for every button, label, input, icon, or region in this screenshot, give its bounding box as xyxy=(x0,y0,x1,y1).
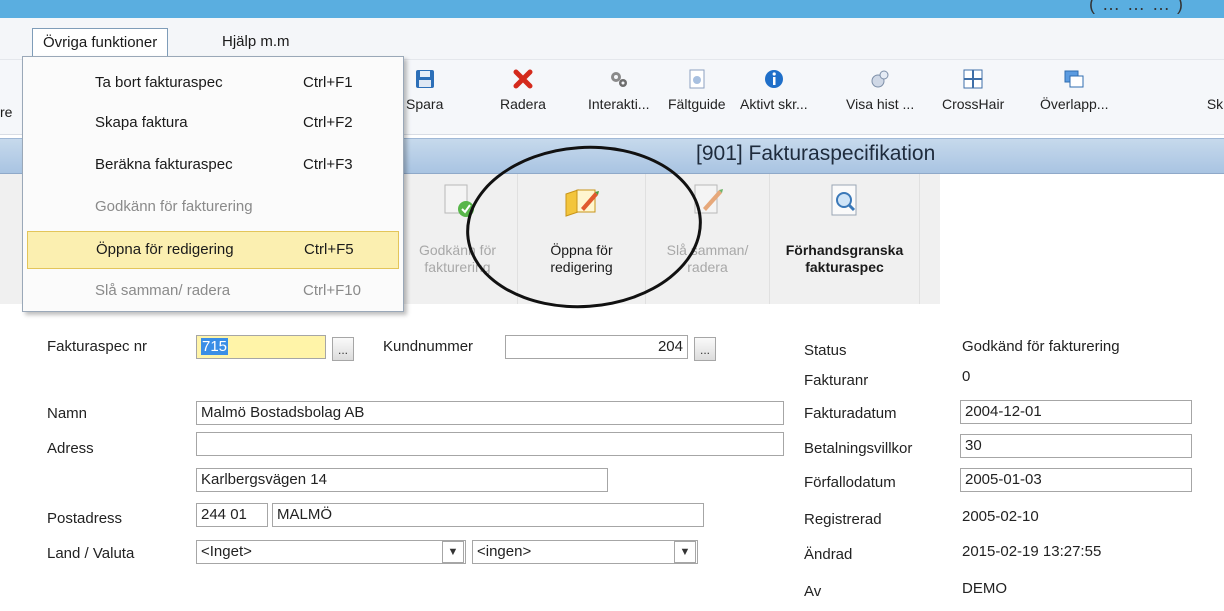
kundnummer-label: Kundnummer xyxy=(383,338,474,355)
menu-item-label: Ta bort fakturaspec xyxy=(95,74,223,91)
gears-icon xyxy=(610,72,627,87)
fakturaspec-nr-label: Fakturaspec nr xyxy=(47,338,148,355)
toolbar-active-screen-button[interactable]: Aktivt skr... xyxy=(740,68,808,112)
postnummer-input[interactable]: 244 01 xyxy=(196,503,268,527)
menu-item-shortcut: Ctrl+F3 xyxy=(303,156,353,173)
toolbar-overlap-button[interactable]: Överlapp... xyxy=(1040,68,1108,112)
land-select[interactable]: <Inget> xyxy=(196,540,466,564)
status-value: Godkänd för fakturering xyxy=(962,338,1120,355)
land-valuta-label: Land / Valuta xyxy=(47,545,135,562)
betalningsvillkor-input[interactable]: 30 xyxy=(960,434,1192,458)
toolbar-label: CrossHair xyxy=(942,96,1005,112)
toolbar-label: Aktivt skr... xyxy=(740,96,808,112)
toolbar-delete-button[interactable]: Radera xyxy=(500,68,546,112)
menu-item-label: Öppna för redigering xyxy=(96,241,234,258)
toolbar-history-button[interactable]: Visa hist ... xyxy=(846,68,914,112)
status-label: Status xyxy=(804,342,847,359)
namn-input[interactable]: Malmö Bostadsbolag AB xyxy=(196,401,784,425)
toolbar-more-button[interactable]: Sk xyxy=(1204,68,1224,112)
forfallodatum-input[interactable]: 2005-01-03 xyxy=(960,468,1192,492)
history-icon xyxy=(871,70,889,88)
menu-item-create-invoice[interactable]: Skapa faktura Ctrl+F2 xyxy=(27,105,399,143)
menu-item-delete-spec[interactable]: Ta bort fakturaspec Ctrl+F1 xyxy=(27,65,399,103)
fakturadatum-input[interactable]: 2004-12-01 xyxy=(960,400,1192,424)
ovriga-funktioner-dropdown: Ta bort fakturaspec Ctrl+F1 Skapa faktur… xyxy=(22,56,404,312)
menubar: Övriga funktioner Hjälp m.m xyxy=(0,18,1224,60)
registrerad-label: Registrerad xyxy=(804,511,882,528)
menu-item-approve-invoicing[interactable]: Godkänn för fakturering xyxy=(27,189,399,227)
chevron-down-icon[interactable]: ▼ xyxy=(442,541,464,563)
toolbar-label: Visa hist ... xyxy=(846,96,915,112)
action-label-line1: Förhandsgranska xyxy=(785,242,904,258)
av-value: DEMO xyxy=(962,580,1007,597)
toolbar-label: Fältguide xyxy=(668,96,726,112)
menu-ovriga-funktioner[interactable]: Övriga funktioner xyxy=(32,28,169,58)
fakturaspec-nr-input[interactable]: 715 xyxy=(196,335,326,359)
fakturadatum-label: Fakturadatum xyxy=(804,405,897,422)
preview-invoice-spec-button[interactable]: Förhandsgranska fakturaspec xyxy=(770,174,920,304)
adress-line2-input[interactable]: Karlbergsvägen 14 xyxy=(196,468,608,492)
overlap-windows-icon xyxy=(1064,70,1084,88)
menu-item-shortcut: Ctrl+F1 xyxy=(303,74,353,91)
fakturaspec-lookup-button[interactable]: ... xyxy=(332,337,354,361)
postadress-label: Postadress xyxy=(47,510,123,527)
toolbar-save-button[interactable]: Spara xyxy=(406,68,443,112)
av-label: Av xyxy=(804,583,822,600)
toolbar-label: Spara xyxy=(406,96,444,112)
toolbar-fieldguide-button[interactable]: Fältguide xyxy=(668,68,726,112)
adress-label: Adress xyxy=(47,440,94,457)
andrad-label: Ändrad xyxy=(804,546,853,563)
namn-label: Namn xyxy=(47,405,88,422)
betalningsvillkor-label: Betalningsvillkor xyxy=(804,440,913,457)
toolbar-left-fragment: re xyxy=(0,104,13,120)
menu-hjalp[interactable]: Hjälp m.m xyxy=(212,28,300,58)
info-icon xyxy=(764,70,783,88)
generic-icon xyxy=(1204,68,1224,90)
menu-item-shortcut: Ctrl+F5 xyxy=(304,241,354,258)
action-label-line2: fakturaspec xyxy=(805,259,884,275)
title-fragment: ( … … … ) xyxy=(1089,0,1184,14)
menu-item-merge-delete[interactable]: Slå samman/ radera Ctrl+F10 xyxy=(27,273,399,311)
menu-item-label: Skapa faktura xyxy=(95,114,188,131)
menu-item-shortcut: Ctrl+F10 xyxy=(303,282,361,299)
menu-item-calculate-spec[interactable]: Beräkna fakturaspec Ctrl+F3 xyxy=(27,147,399,185)
document-guide-icon xyxy=(689,69,705,89)
toolbar-label: Sk xyxy=(1206,96,1224,112)
registrerad-value: 2005-02-10 xyxy=(962,508,1039,525)
toolbar-crosshair-button[interactable]: CrossHair xyxy=(942,68,1004,112)
ort-input[interactable]: MALMÖ xyxy=(272,503,704,527)
kundnummer-input[interactable]: 204 xyxy=(505,335,688,359)
menu-item-label: Slå samman/ radera xyxy=(95,282,231,299)
fakturaspec-nr-value: 715 xyxy=(201,338,229,355)
toolbar-label: Radera xyxy=(500,96,546,112)
title-strip: ( … … … ) xyxy=(0,0,1224,18)
toolbar-label: Överlapp... xyxy=(1040,96,1109,112)
red-x-delete-icon xyxy=(513,69,533,89)
fakturanr-label: Fakturanr xyxy=(804,372,869,389)
andrad-value: 2015-02-19 13:27:55 xyxy=(962,543,1102,560)
menu-item-label: Godkänn för fakturering xyxy=(95,198,253,215)
preview-magnifier-icon xyxy=(831,184,856,216)
fakturanr-value: 0 xyxy=(962,368,971,385)
crosshair-grid-icon xyxy=(963,69,983,89)
toolbar-interaction-button[interactable]: Interakti... xyxy=(588,68,649,112)
menu-item-label: Beräkna fakturaspec xyxy=(95,156,233,173)
valuta-select[interactable]: <ingen> xyxy=(472,540,698,564)
forfallodatum-label: Förfallodatum xyxy=(804,474,896,491)
floppy-save-icon xyxy=(415,70,434,88)
adress-line1-input[interactable] xyxy=(196,432,784,456)
chevron-down-icon[interactable]: ▼ xyxy=(674,541,696,563)
window-title: [901] Fakturaspecifikation xyxy=(696,142,936,165)
toolbar-label: Interakti... xyxy=(588,96,650,112)
menu-item-shortcut: Ctrl+F2 xyxy=(303,114,353,131)
kundnummer-lookup-button[interactable]: ... xyxy=(694,337,716,361)
menu-item-open-for-editing[interactable]: Öppna för redigering Ctrl+F5 xyxy=(27,231,399,269)
